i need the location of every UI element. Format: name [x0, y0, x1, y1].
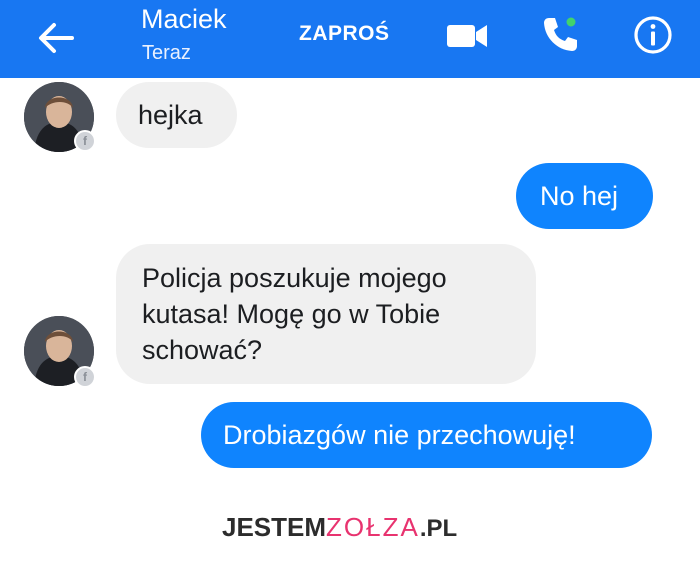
messenger-badge-icon: f: [74, 130, 96, 152]
site-logo[interactable]: JESTEMZOŁZA.PL: [222, 512, 457, 543]
message-incoming[interactable]: hejka: [116, 82, 237, 148]
message-text: hejka: [138, 100, 203, 130]
contact-status: Teraz: [142, 42, 191, 64]
message-line: kutasa! Mogę go w Tobie: [142, 299, 441, 329]
watermark-footer: JESTEMZOŁZA.PL: [0, 476, 700, 586]
phone-icon[interactable]: [540, 14, 580, 54]
info-icon[interactable]: [633, 15, 673, 55]
message-text: Drobiazgów nie przechowuję!: [223, 420, 576, 450]
back-arrow-icon[interactable]: [36, 20, 76, 56]
contact-name[interactable]: Maciek: [141, 4, 227, 35]
message-thread[interactable]: f hejka No hej Policja poszukuje mojego …: [0, 78, 700, 476]
logo-text-part2: ZOŁZA: [326, 512, 420, 542]
logo-text-part3: .PL: [419, 515, 458, 542]
message-line: schować?: [142, 335, 263, 365]
logo-text-part1: JESTEM: [222, 512, 327, 542]
message-line: Policja poszukuje mojego: [142, 263, 447, 293]
message-text: No hej: [540, 181, 619, 211]
message-outgoing[interactable]: Drobiazgów nie przechowuję!: [201, 402, 652, 468]
invite-button[interactable]: ZAPROŚ: [299, 22, 390, 46]
chat-header: Maciek Teraz ZAPROŚ: [0, 0, 700, 78]
message-incoming[interactable]: Policja poszukuje mojego kutasa! Mogę go…: [116, 244, 536, 384]
messenger-badge-icon: f: [74, 366, 96, 388]
video-camera-icon[interactable]: [446, 19, 488, 51]
message-outgoing[interactable]: No hej: [516, 163, 653, 229]
